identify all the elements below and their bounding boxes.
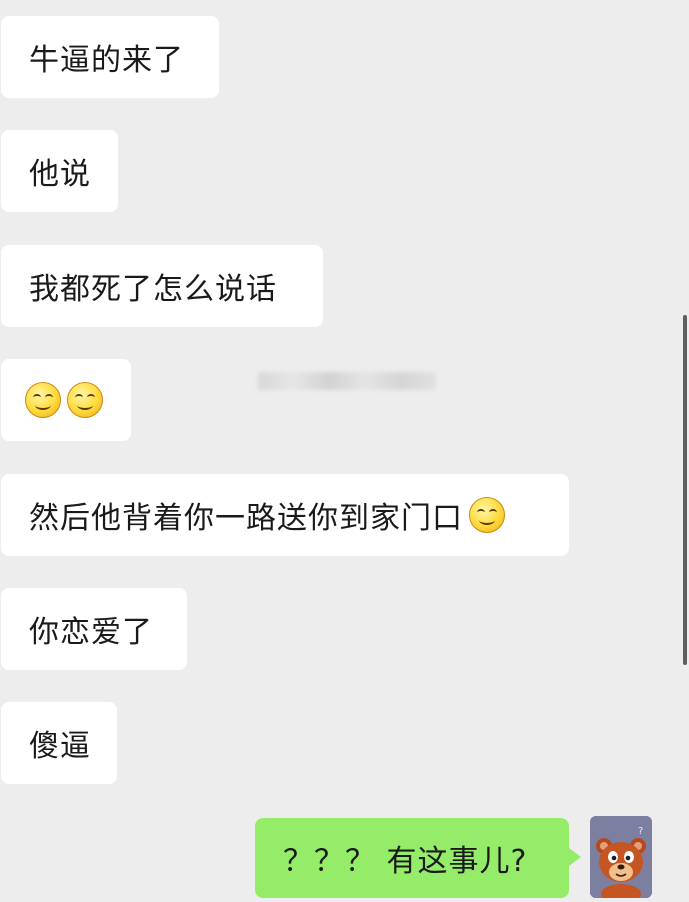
- cartoon-bear-avatar-icon: ?: [590, 816, 652, 898]
- message-bubble-6[interactable]: 你恋爱了: [1, 588, 187, 670]
- smile-emoji-icon: [67, 382, 103, 418]
- message-text: ？？？ 有这事儿?: [283, 844, 528, 879]
- redacted-timestamp: [258, 372, 436, 390]
- smile-emoji-icon: [469, 497, 505, 533]
- svg-text:?: ?: [638, 826, 643, 837]
- message-bubble-7[interactable]: 傻逼: [1, 702, 117, 784]
- message-bubble-5[interactable]: 然后他背着你一路送你到家门口: [1, 474, 569, 556]
- message-text: 然后他背着你一路送你到家门口: [29, 501, 463, 536]
- message-text: 牛逼的来了: [29, 43, 184, 78]
- message-bubble-outgoing[interactable]: ？？？ 有这事儿?: [255, 818, 581, 898]
- message-text: 你恋爱了: [29, 615, 153, 650]
- scrollbar[interactable]: [683, 315, 687, 665]
- smile-emoji-icon: [25, 382, 61, 418]
- user-avatar[interactable]: ?: [590, 816, 652, 898]
- message-text: 他说: [29, 157, 91, 192]
- message-bubble-1[interactable]: 牛逼的来了: [1, 16, 219, 98]
- message-text: 傻逼: [29, 729, 91, 764]
- message-text: 我都死了怎么说话: [29, 272, 277, 307]
- message-bubble-3[interactable]: 我都死了怎么说话: [1, 245, 323, 327]
- message-bubble-4[interactable]: [1, 359, 131, 441]
- message-bubble-2[interactable]: 他说: [1, 130, 118, 212]
